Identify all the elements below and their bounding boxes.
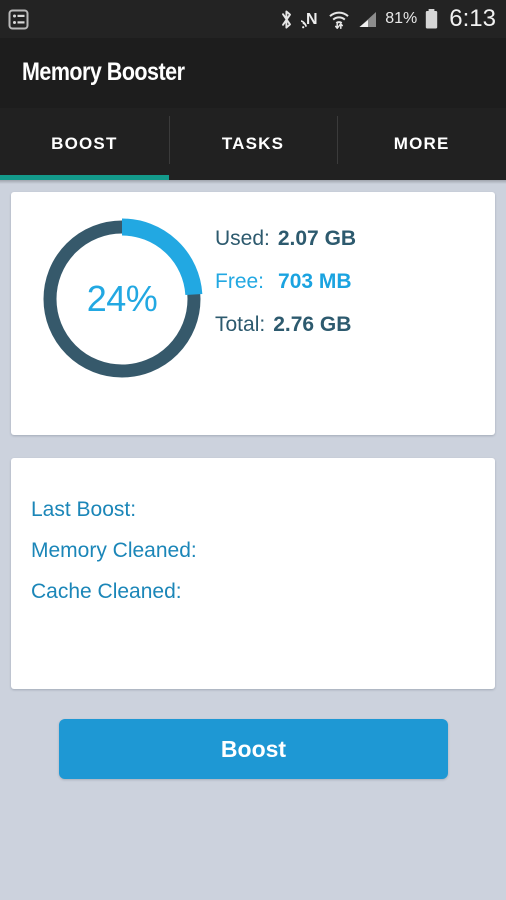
memory-used-label: Used:	[215, 227, 270, 250]
stat-row-last-boost: Last Boost:	[31, 489, 471, 530]
memory-row-total: Total: 2.76 GB	[215, 303, 485, 346]
app-bar: Memory Booster	[0, 38, 506, 108]
status-bar-right: N 81% 6:13	[279, 5, 506, 33]
tab-bar: BOOST TASKS MORE	[0, 108, 506, 180]
phone-screen: N 81% 6:13 Memory Booster BOOST TASKS MO…	[0, 0, 506, 900]
tab-more[interactable]: MORE	[337, 108, 506, 180]
tab-bar-shadow	[0, 180, 506, 184]
memory-usage-percent: 24%	[86, 278, 158, 319]
memory-total-value: 2.76 GB	[273, 313, 352, 336]
boost-stats-list: Last Boost: Memory Cleaned: Cache Cleane…	[31, 489, 471, 612]
memory-card: 24% Used: 2.07 GB Free: 703 MB Total: 2.…	[11, 192, 495, 435]
list-notification-icon	[8, 9, 29, 30]
wifi-icon	[328, 9, 350, 30]
memory-figures-list: Used: 2.07 GB Free: 703 MB Total: 2.76 G…	[215, 217, 485, 346]
last-boost-label: Last Boost:	[31, 498, 137, 521]
tab-active-indicator	[0, 175, 169, 180]
boost-stats-card: Last Boost: Memory Cleaned: Cache Cleane…	[11, 458, 495, 689]
status-bar-clock: 6:13	[449, 5, 496, 32]
memory-used-value: 2.07 GB	[277, 227, 357, 250]
tab-boost-label: BOOST	[51, 134, 118, 153]
memory-total-label: Total:	[215, 313, 266, 336]
cache-cleaned-label: Cache Cleaned:	[31, 580, 182, 603]
memory-free-value: 703 MB	[278, 270, 352, 293]
battery-icon	[424, 8, 439, 30]
svg-text:N: N	[306, 11, 318, 28]
stat-row-memory-cleaned: Memory Cleaned:	[31, 530, 471, 571]
status-bar: N 81% 6:13	[0, 0, 506, 38]
memory-row-used: Used: 2.07 GB	[215, 217, 485, 260]
tab-more-label: MORE	[393, 134, 450, 153]
tab-boost[interactable]: BOOST	[0, 108, 169, 180]
battery-percent-label: 81%	[385, 10, 418, 27]
cellular-signal-icon	[357, 9, 378, 30]
tab-tasks[interactable]: TASKS	[168, 108, 338, 180]
memory-row-free: Free: 703 MB	[215, 260, 485, 303]
boost-button[interactable]: Boost	[59, 719, 448, 779]
tab-tasks-label: TASKS	[221, 134, 285, 153]
nfc-icon: N	[301, 9, 321, 30]
memory-usage-gauge: 24%	[32, 209, 212, 389]
memory-free-label: Free:	[215, 270, 265, 293]
stat-row-cache-cleaned: Cache Cleaned:	[31, 571, 471, 612]
memory-cleaned-label: Memory Cleaned:	[31, 539, 197, 562]
bluetooth-icon	[279, 9, 294, 30]
status-bar-left	[0, 9, 29, 30]
page-title: Memory Booster	[22, 58, 185, 86]
